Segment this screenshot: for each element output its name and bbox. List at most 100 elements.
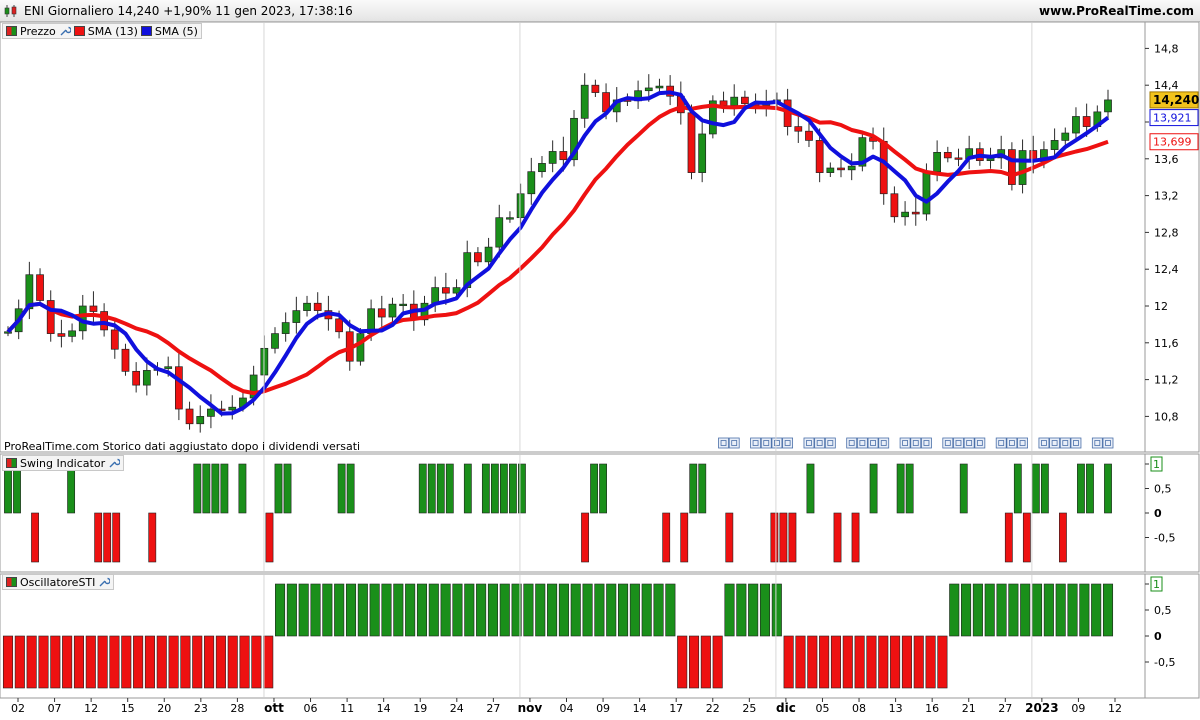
candle-body [132, 370, 141, 386]
dividend-icon [1091, 437, 1103, 449]
candle-body [356, 333, 365, 362]
osc-bar [2, 635, 14, 689]
swing-bar [1004, 512, 1013, 563]
osc-bar [688, 635, 700, 689]
osc-bar [440, 583, 451, 637]
osc-bar [204, 635, 215, 689]
osc-bar [677, 635, 688, 689]
site-link[interactable]: www.ProRealTime.com [1039, 4, 1194, 18]
swing-bar [427, 463, 436, 514]
candle-body [441, 287, 450, 294]
candle-body [826, 167, 835, 173]
x-tick-label: dic [776, 701, 796, 715]
price-ytick-label: 12,8 [1154, 226, 1179, 239]
x-tick-label: 2023 [1025, 701, 1058, 715]
osc-bar [759, 583, 771, 637]
dividend-icon [1070, 437, 1082, 449]
x-tick-label: 12 [84, 702, 98, 715]
candle-body [68, 330, 76, 337]
candle-body [911, 211, 920, 215]
osc-ytick-label: -0,5 [1154, 656, 1175, 669]
dividend-icon [878, 437, 890, 449]
price-legend[interactable]: Prezzo SMA (13) SMA (5) [2, 23, 202, 39]
swing-legend[interactable]: Swing Indicator [2, 455, 125, 471]
osc-bar [464, 583, 475, 637]
osc-bar [795, 635, 806, 689]
osc-bar [144, 635, 155, 689]
dividend-icon [814, 437, 826, 449]
candle-body [644, 87, 653, 92]
osc-bar [748, 583, 759, 637]
osc-bar [961, 583, 972, 637]
swing-ytick-label: 0,5 [1154, 483, 1172, 496]
osc-legend[interactable]: OscillatoreSTI [2, 574, 115, 590]
candle-body [281, 322, 290, 334]
osc-bar [606, 583, 617, 637]
candle-body [313, 302, 322, 311]
osc-bar [121, 635, 132, 689]
osc-bar [1091, 583, 1102, 637]
swing-bar [283, 463, 292, 514]
swing-bar [770, 512, 779, 563]
chart-area[interactable]: 14,8 14,4 14 13,6 13,2 12,8 12,4 12 11,6 11,2 10,8… [0, 22, 1200, 720]
dividend-icon [995, 437, 1007, 449]
dividend-icon [824, 437, 836, 449]
swing-bar [463, 463, 472, 514]
swing-bar [274, 463, 283, 514]
swing-bar [103, 512, 112, 563]
x-tick-label: 14 [377, 702, 391, 715]
osc-bar [558, 583, 569, 637]
candle-body [1104, 99, 1112, 113]
osc-bar [85, 635, 96, 689]
osc-swatch [6, 577, 17, 587]
candle-body [698, 133, 707, 173]
dividend-icon [899, 437, 911, 449]
swing-bar [509, 463, 517, 514]
candle-body [1061, 132, 1070, 141]
osc-bar [381, 583, 392, 637]
osc-bar [38, 635, 49, 689]
osc-bar [653, 583, 664, 637]
wrench-icon[interactable] [59, 25, 71, 37]
wrench-icon[interactable] [98, 576, 111, 588]
candle-body [538, 163, 546, 173]
wrench-icon[interactable] [108, 457, 121, 469]
candle-body [559, 151, 568, 161]
osc-bar [180, 635, 191, 689]
dividend-icon [718, 437, 729, 449]
dividend-icon [782, 437, 794, 449]
candle-body [196, 416, 205, 425]
swing-bar [112, 512, 121, 563]
osc-bar [405, 583, 416, 637]
osc-bar [156, 635, 167, 689]
candle-body [847, 165, 856, 171]
osc-bar [1008, 583, 1019, 637]
x-tick-label: 15 [121, 702, 135, 715]
osc-bar [854, 635, 865, 689]
x-tick-label: ott [264, 701, 284, 715]
swing-bar [599, 463, 607, 514]
candlestick-icon [4, 5, 17, 17]
x-tick-label: 13 [889, 702, 903, 715]
swing-bar [1104, 463, 1112, 514]
x-tick-label: 09 [1071, 702, 1085, 715]
osc-bar [263, 635, 274, 689]
dividend-icon [728, 437, 740, 449]
swing-bar [698, 463, 707, 514]
candle-body [805, 130, 813, 141]
candle-body [943, 152, 952, 159]
osc-bar [830, 635, 841, 689]
osc-bar [476, 583, 487, 637]
swing-bar [202, 463, 211, 514]
candle-body [591, 84, 600, 93]
x-tick-label: 27 [486, 702, 500, 715]
osc-bar [393, 583, 404, 637]
candle-body [1018, 150, 1027, 185]
swing-bar [1077, 463, 1085, 514]
dividend-icon [1038, 437, 1050, 449]
price-swatch [6, 26, 17, 36]
x-tick-label: 16 [925, 702, 939, 715]
dividend-icon [1059, 437, 1071, 449]
swing-bar [779, 512, 788, 563]
price-ytick-label: 13,2 [1154, 190, 1179, 203]
